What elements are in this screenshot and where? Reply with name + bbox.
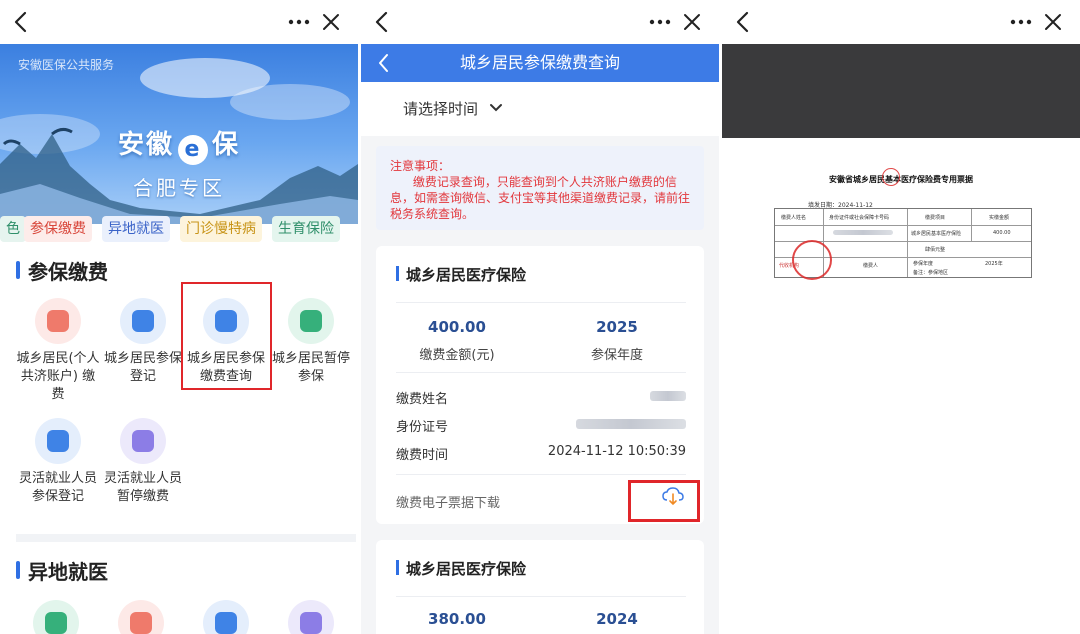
year-stat: 2024: [542, 610, 692, 628]
time-selector-label: 请选择时间: [403, 100, 479, 118]
remote-service-4[interactable]: [269, 600, 353, 634]
year-stat: 2025 参保年度: [542, 318, 692, 363]
row-id: 身份证号: [396, 416, 686, 435]
year-value: 2024: [596, 610, 638, 628]
panel-receipt: 安徽省城乡居民基本医疗保险费专用票据 填发日期：2024-11-12 缴费人姓名…: [722, 0, 1080, 634]
receipt-amount: 400.00: [993, 230, 1011, 236]
anhui-e-logo: e: [178, 135, 208, 165]
receipt-year-label: 参保年度: [913, 261, 934, 267]
back-icon[interactable]: [730, 8, 756, 36]
service-label: 灵活就业人员参保登记: [18, 471, 97, 504]
category-tab[interactable]: 参保缴费: [24, 216, 92, 242]
card-title: 城乡居民医疗保险: [396, 558, 526, 579]
receipt-title: 安徽省城乡居民基本医疗保险费专用票据: [829, 175, 973, 184]
briefcase-icon: [35, 418, 81, 464]
category-tab[interactable]: 异地就医: [102, 216, 170, 242]
service-label: 城乡居民(个人共济账户) 缴费: [16, 351, 100, 402]
banner-subtitle: 安徽医保公共服务: [18, 58, 115, 72]
row-name: 缴费姓名: [396, 388, 686, 407]
page-title: 城乡居民参保缴费查询: [459, 53, 620, 72]
back-icon[interactable]: [8, 8, 34, 36]
banner-region: 合肥专区: [133, 176, 225, 200]
service-item[interactable]: 灵活就业人员参保登记: [16, 418, 100, 506]
more-icon[interactable]: [1008, 8, 1034, 36]
service-item[interactable]: 城乡居民暂停参保: [269, 298, 353, 386]
receipt-item: 城乡居民基本医疗保险: [911, 231, 962, 237]
service-label: 城乡居民暂停参保: [271, 351, 350, 384]
top-bar: [361, 0, 719, 44]
screenshot-collage: 安徽医保公共服务 安徽 e 保 合肥专区 色参保缴费 异地就医 门诊慢特病 生育保险 参保…: [0, 0, 1080, 634]
id-card-icon: [35, 298, 81, 344]
chevron-down-icon: [489, 104, 502, 112]
category-tab[interactable]: 门诊慢特病: [180, 216, 262, 242]
time-selector[interactable]: 请选择时间: [361, 82, 719, 136]
top-bar: [0, 0, 358, 44]
pause-icon: [288, 298, 334, 344]
remote-service-1[interactable]: [14, 600, 98, 634]
amount-value: 400.00: [428, 318, 486, 336]
category-tabs: 色参保缴费 异地就医 门诊慢特病 生育保险: [0, 216, 358, 244]
official-stamp: [792, 240, 832, 280]
close-icon[interactable]: [318, 8, 344, 36]
receipt-header-name: 缴费人姓名: [781, 215, 807, 221]
row-time: 缴费时间 2024-11-12 10:50:39: [396, 444, 686, 463]
page-header: 城乡居民参保缴费查询: [361, 44, 719, 82]
receipt-capital: 肆佰元整: [925, 247, 946, 253]
dark-header-band: [722, 44, 1080, 138]
category-tab[interactable]: 生育保险: [272, 216, 340, 242]
receipt-header-id: 身份证件或社会保障卡号码: [829, 215, 890, 221]
receipt-remark: 备注：参保地区: [913, 270, 949, 276]
id-label: 身份证号: [396, 420, 449, 435]
banner-title: 安徽 e 保: [0, 124, 358, 165]
receipt-document: 安徽省城乡居民基本医疗保险费专用票据 填发日期：2024-11-12 缴费人姓名…: [722, 138, 1080, 634]
time-label: 缴费时间: [396, 448, 449, 463]
amount-stat: 380.00: [382, 610, 532, 628]
yen-shield-icon: [120, 418, 166, 464]
service-label: 城乡居民参保登记: [103, 351, 182, 384]
remote-service-2[interactable]: [99, 600, 183, 634]
panel-home: 安徽医保公共服务 安徽 e 保 合肥专区 色参保缴费 异地就医 门诊慢特病 生育保险 参保…: [0, 0, 358, 634]
notice-box: 注意事项： 缴费记录查询，只能查询到个人共济账户缴费的信息，如需查询微信、支付宝…: [376, 146, 704, 230]
amount-label: 缴费金额(元): [419, 348, 495, 363]
person-shield-icon: [120, 298, 166, 344]
year-value: 2025: [596, 318, 638, 336]
amount-stat: 400.00 缴费金额(元): [382, 318, 532, 363]
remote-service-3[interactable]: [184, 600, 268, 634]
receipt-header-amount: 实缴金额: [989, 215, 1010, 221]
top-bar: [722, 0, 1080, 44]
close-icon[interactable]: [1040, 8, 1066, 36]
header-back-icon[interactable]: [373, 50, 395, 76]
highlight-box: [181, 282, 272, 390]
service-item[interactable]: 灵活就业人员暂停缴费: [101, 418, 185, 506]
service-item[interactable]: 城乡居民参保登记: [101, 298, 185, 386]
back-icon[interactable]: [369, 8, 395, 36]
download-label: 缴费电子票据下载: [396, 496, 501, 511]
year-label: 参保年度: [590, 348, 643, 363]
service-item[interactable]: 城乡居民(个人共济账户) 缴费: [16, 298, 100, 404]
more-icon[interactable]: [286, 8, 312, 36]
receipt-year-value: 2025年: [985, 261, 1003, 267]
service-label: 灵活就业人员暂停缴费: [103, 471, 182, 504]
section-title-remote: 异地就医: [16, 556, 108, 585]
payment-record-card-2: 城乡居民医疗保险 380.00 2024: [376, 540, 704, 634]
highlight-box: [628, 480, 700, 522]
time-value: 2024-11-12 10:50:39: [547, 444, 686, 459]
small-stamp: [882, 168, 900, 186]
category-tab[interactable]: 色: [0, 216, 26, 242]
more-icon[interactable]: [647, 8, 673, 36]
notice-text: 注意事项： 缴费记录查询，只能查询到个人共济账户缴费的信息，如需查询微信、支付宝…: [390, 159, 691, 221]
masked-id: [576, 418, 686, 429]
receipt-collector: 缴费人: [863, 263, 879, 269]
close-icon[interactable]: [679, 8, 705, 36]
section-title-payment: 参保缴费: [16, 256, 108, 285]
amount-value: 380.00: [428, 610, 486, 628]
banner: 安徽医保公共服务 安徽 e 保 合肥专区: [0, 44, 358, 224]
masked-name: [650, 390, 686, 401]
panel-query: 城乡居民参保缴费查询 请选择时间 注意事项： 缴费记录查询，只能查询到个人共济账…: [361, 0, 719, 634]
name-label: 缴费姓名: [396, 392, 449, 407]
receipt-header-item: 缴费项目: [925, 215, 946, 221]
card-title: 城乡居民医疗保险: [396, 264, 526, 285]
section-separator: [16, 534, 356, 542]
